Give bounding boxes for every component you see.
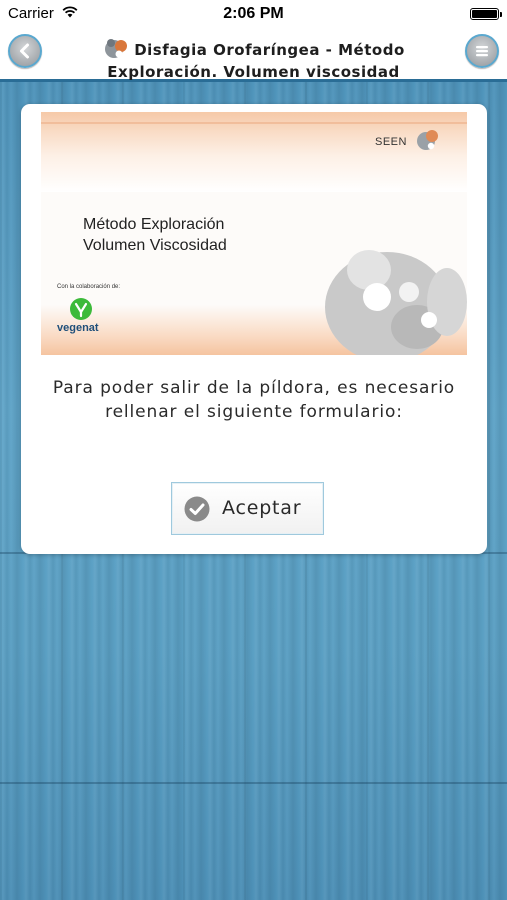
sponsor-name: vegenat <box>57 322 99 334</box>
checkmark-circle-icon <box>184 496 210 522</box>
decorative-swirl-graphic <box>325 250 467 355</box>
title-line-2: Exploración. Volumen viscosidad <box>107 63 400 81</box>
clock: 2:06 PM <box>223 5 284 22</box>
exit-message: Para poder salir de la píldora, es neces… <box>52 378 456 422</box>
menu-button[interactable] <box>465 34 499 68</box>
collaboration-label: Con la colaboración de: <box>57 284 121 290</box>
vegenat-logo-icon <box>70 298 92 320</box>
hamburger-menu-icon <box>476 46 488 57</box>
battery-icon <box>470 8 502 20</box>
accept-button[interactable]: Aceptar <box>171 482 324 535</box>
title-line-1: Disfagia Orofaríngea - Método <box>134 41 405 59</box>
status-bar: Carrier 2:06 PM <box>0 0 507 28</box>
page-title: Disfagia Orofaríngea - Método Exploració… <box>60 35 447 82</box>
app-logo-icon <box>105 39 128 58</box>
navigation-bar: Disfagia Orofaríngea - Método Exploració… <box>0 28 507 82</box>
seen-logo: SEEN <box>375 126 445 160</box>
chevron-left-icon <box>20 43 29 59</box>
accept-button-label: Aceptar <box>222 497 302 519</box>
cover-title: Método Exploración Volumen Viscosidad <box>83 216 227 254</box>
back-button[interactable] <box>8 34 42 68</box>
seen-emblem-icon <box>417 130 438 150</box>
pill-cover-image: SEEN Método Exploración Volumen Viscosid… <box>41 112 467 355</box>
exit-dialog-card: SEEN Método Exploración Volumen Viscosid… <box>21 104 487 554</box>
